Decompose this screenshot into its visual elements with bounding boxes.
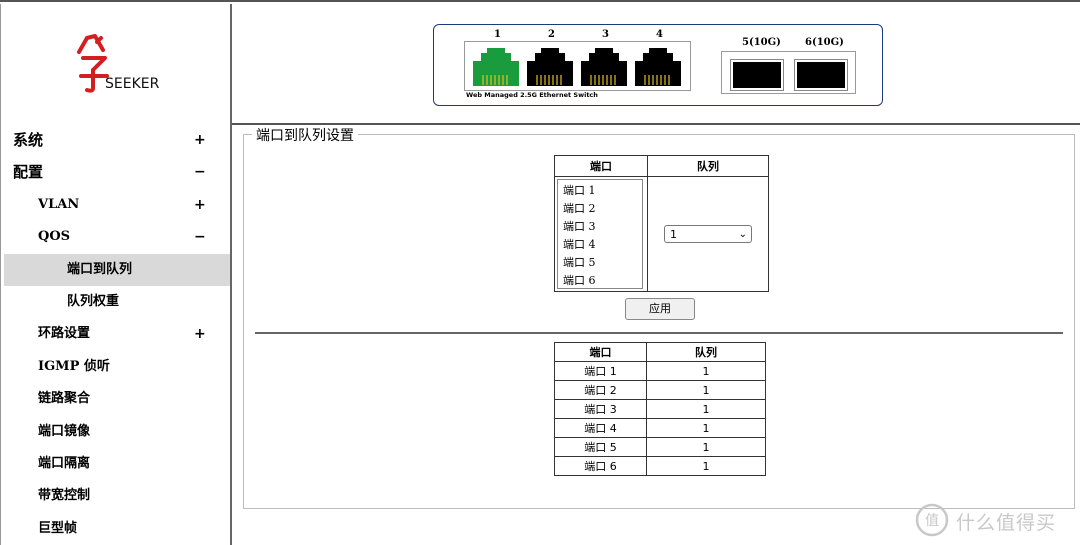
queue-select-cell: 1 ⌄ — [647, 176, 769, 292]
sfp-port-5-icon[interactable] — [731, 60, 783, 90]
sidebar-item-label: 巨型帧 — [38, 520, 78, 536]
row-queue: 1 — [646, 456, 766, 476]
sidebar-item-label: 端口到队列 — [67, 261, 133, 277]
divider — [255, 332, 1063, 334]
row-port: 端口 6 — [554, 456, 647, 476]
sidebar: SEEKER 系统 + 配置 − VLAN + QOS − 端口到队列 队列权重… — [0, 4, 232, 545]
chevron-down-icon: ⌄ — [738, 229, 747, 240]
collapse-icon[interactable]: − — [194, 156, 206, 188]
row-queue: 1 — [646, 399, 766, 419]
queue-select[interactable]: 1 ⌄ — [664, 225, 752, 243]
port-number: 4 — [656, 29, 663, 40]
brand-logo: SEEKER — [73, 32, 173, 102]
port-option[interactable]: 端口 1 — [563, 182, 637, 200]
sidebar-item-label: 系统 — [13, 131, 44, 149]
ethernet-port-2-icon[interactable] — [525, 47, 575, 87]
table-row: 端口 41 — [554, 418, 766, 438]
sfp-port-number: 6(10G) — [805, 37, 844, 48]
watermark-text: 什么值得买 — [956, 512, 1057, 534]
port-number: 1 — [494, 29, 501, 40]
svg-text:值: 值 — [925, 513, 939, 529]
window-frame: SEEKER 系统 + 配置 − VLAN + QOS − 端口到队列 队列权重… — [0, 0, 1080, 545]
sfp-port-6-icon[interactable] — [795, 60, 847, 90]
table-row: 端口 11 — [554, 361, 766, 381]
sidebar-item-system[interactable]: 系统 + — [1, 124, 230, 156]
port-listbox[interactable]: 端口 1 端口 2 端口 3 端口 4 端口 5 端口 6 — [557, 179, 643, 289]
watermark: 值 什么值得买 — [914, 502, 1074, 538]
expand-icon[interactable]: + — [194, 124, 206, 156]
table-row: 端口 51 — [554, 437, 766, 457]
sidebar-item-label: 端口镜像 — [38, 423, 91, 439]
sidebar-item-label: QOS — [38, 229, 71, 245]
row-port: 端口 3 — [554, 399, 647, 419]
sidebar-item-label: VLAN — [38, 196, 80, 212]
ethernet-port-1-icon[interactable] — [471, 47, 521, 87]
sfp-port-number: 5(10G) — [742, 37, 781, 48]
sidebar-item-bandwidth-control[interactable]: 带宽控制 — [1, 480, 230, 512]
expand-icon[interactable]: + — [194, 189, 206, 221]
table-row: 端口 31 — [554, 399, 766, 419]
sidebar-item-config[interactable]: 配置 − — [1, 156, 230, 188]
row-port: 端口 1 — [554, 361, 647, 381]
sidebar-item-label: IGMP 侦听 — [38, 358, 110, 374]
sidebar-item-label: 环路设置 — [38, 326, 91, 342]
row-queue: 1 — [646, 380, 766, 400]
sidebar-item-port-isolation[interactable]: 端口隔离 — [1, 448, 230, 480]
sidebar-item-vlan[interactable]: VLAN + — [1, 189, 230, 221]
port-number: 2 — [548, 29, 555, 40]
sidebar-item-loop-settings[interactable]: 环路设置 + — [1, 318, 230, 350]
logo-text: SEEKER — [105, 76, 160, 92]
sidebar-item-label: 带宽控制 — [38, 488, 91, 504]
row-queue: 1 — [646, 418, 766, 438]
port-option[interactable]: 端口 2 — [563, 200, 637, 218]
apply-button[interactable]: 应用 — [625, 298, 695, 320]
sidebar-item-label: 链路聚合 — [38, 391, 91, 407]
column-header-queue: 队列 — [647, 155, 769, 177]
port-option[interactable]: 端口 6 — [563, 272, 637, 288]
ethernet-port-4-icon[interactable] — [633, 47, 683, 87]
expand-icon[interactable]: + — [194, 318, 206, 350]
row-queue: 1 — [646, 361, 766, 381]
column-header-port: 端口 — [554, 342, 647, 362]
switch-panel: 1 2 3 4 Web Managed 2.5G Ethernet Switch… — [433, 24, 883, 106]
sidebar-item-link-aggregation[interactable]: 链路聚合 — [1, 383, 230, 415]
port-number: 3 — [602, 29, 609, 40]
ethernet-ports — [464, 41, 691, 91]
sfp-ports — [721, 51, 856, 94]
sidebar-item-qos[interactable]: QOS − — [1, 221, 230, 253]
port-to-queue-fieldset: 端口到队列设置 端口 队列 端口 1 端口 2 端口 3 端口 4 端口 5 端… — [243, 125, 1075, 509]
port-option[interactable]: 端口 5 — [563, 254, 637, 272]
sidebar-item-label: 配置 — [13, 163, 44, 182]
row-port: 端口 5 — [554, 437, 647, 457]
column-header-queue: 队列 — [646, 342, 766, 362]
row-queue: 1 — [646, 437, 766, 457]
table-row: 端口 21 — [554, 380, 766, 400]
port-option[interactable]: 端口 3 — [563, 218, 637, 236]
table-row: 端口 61 — [554, 456, 766, 476]
fieldset-legend: 端口到队列设置 — [252, 125, 358, 145]
result-table: 端口 队列 端口 11 端口 21 端口 31 端口 41 端口 51 端口 6… — [554, 342, 766, 476]
sidebar-item-label: 端口隔离 — [38, 455, 91, 471]
header: 1 2 3 4 Web Managed 2.5G Ethernet Switch… — [232, 4, 1080, 125]
sidebar-item-port-mirroring[interactable]: 端口镜像 — [1, 416, 230, 448]
sidebar-item-label: 队列权重 — [67, 293, 120, 309]
collapse-icon[interactable]: − — [194, 221, 206, 253]
queue-select-value: 1 — [670, 228, 677, 241]
sidebar-item-igmp-snooping[interactable]: IGMP 侦听 — [1, 351, 230, 383]
config-table: 端口 队列 端口 1 端口 2 端口 3 端口 4 端口 5 端口 6 1 ⌄ — [554, 155, 769, 292]
smile-badge-icon: 值 — [915, 503, 949, 537]
port-option[interactable]: 端口 4 — [563, 236, 637, 254]
row-port: 端口 4 — [554, 418, 647, 438]
column-header-port: 端口 — [554, 155, 648, 177]
row-port: 端口 2 — [554, 380, 647, 400]
sidebar-item-port-to-queue[interactable]: 端口到队列 — [4, 253, 230, 286]
port-list-cell: 端口 1 端口 2 端口 3 端口 4 端口 5 端口 6 — [554, 176, 648, 292]
ethernet-port-3-icon[interactable] — [579, 47, 629, 87]
sidebar-item-jumbo-frame[interactable]: 巨型帧 — [1, 513, 230, 545]
panel-caption: Web Managed 2.5G Ethernet Switch — [466, 91, 598, 99]
sidebar-item-queue-weight[interactable]: 队列权重 — [1, 286, 230, 318]
sidebar-menu: 系统 + 配置 − VLAN + QOS − 端口到队列 队列权重 环路设置 +… — [1, 124, 230, 545]
